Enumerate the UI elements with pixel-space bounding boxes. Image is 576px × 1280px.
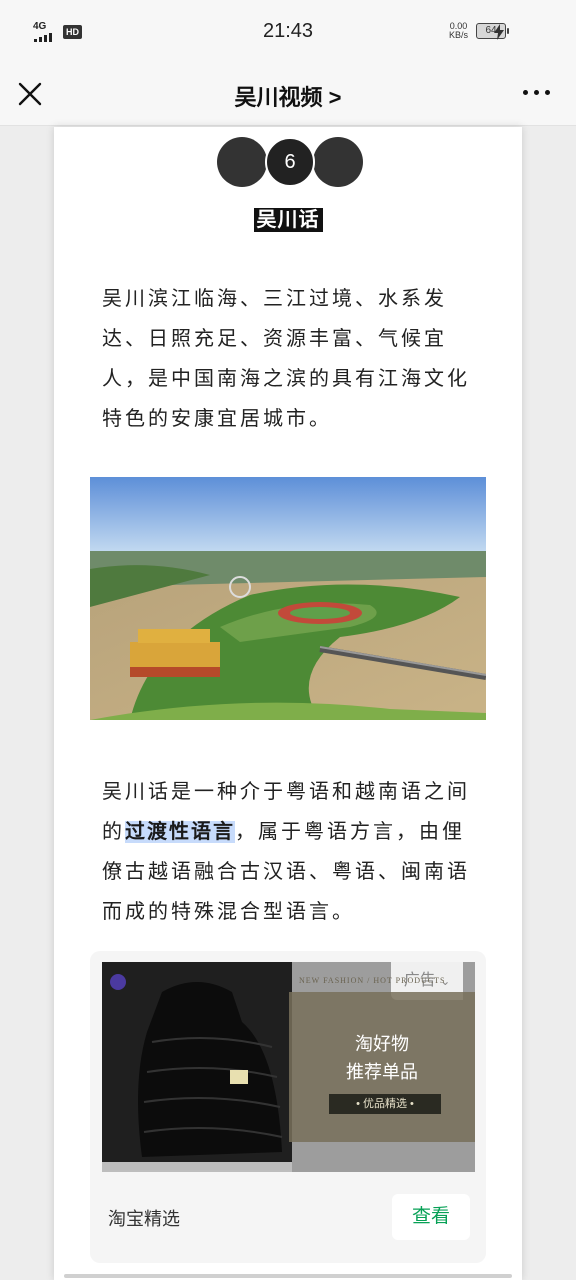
highlighted-term: 过渡性语言 bbox=[125, 821, 235, 843]
ad-source: 淘宝精选 bbox=[108, 1209, 180, 1229]
section-number: 6 bbox=[265, 137, 315, 187]
status-bar: 4G HD 21:43 0.00 KB/s 64 bbox=[0, 0, 576, 64]
more-options-icon[interactable] bbox=[523, 90, 550, 95]
section-number-badge: 6 bbox=[217, 137, 363, 187]
section-title: 吴川话 bbox=[253, 208, 323, 232]
charging-icon bbox=[494, 24, 504, 43]
ad-headline-2: 推荐单品 bbox=[346, 1062, 418, 1082]
article-content: 6 吴川话 吴川滨江临海、三江过境、水系发达、日照充足、资源丰富、气候宜人，是中… bbox=[54, 127, 522, 1280]
decor-circle bbox=[313, 137, 363, 187]
aerial-city-photo[interactable] bbox=[90, 477, 486, 720]
ad-headline-1: 淘好物 bbox=[355, 1034, 409, 1054]
account-title[interactable]: 吴川视频 > bbox=[0, 80, 576, 112]
nav-bar: 吴川视频 > bbox=[0, 64, 576, 126]
ad-badge: • 优品精选 • bbox=[329, 1094, 441, 1114]
scroll-indicator bbox=[64, 1274, 512, 1278]
ad-image[interactable]: 广告 ⌄ NEW FASHION / HOT PRODUCTS 淘好物 推荐单品… bbox=[102, 962, 475, 1172]
view-button[interactable]: 查看 bbox=[392, 1194, 470, 1240]
ad-card[interactable]: 广告 ⌄ NEW FASHION / HOT PRODUCTS 淘好物 推荐单品… bbox=[90, 951, 486, 1263]
section-title-wrap: 吴川话 bbox=[54, 203, 522, 232]
ad-tagline: NEW FASHION / HOT PRODUCTS bbox=[299, 976, 446, 985]
ad-promo-panel: NEW FASHION / HOT PRODUCTS 淘好物 推荐单品 • 优品… bbox=[289, 976, 475, 1142]
article-paragraph-2: 吴川话是一种介于粤语和越南语之间的过渡性语言，属于粤语方言，由俚僚古越语融合古汉… bbox=[102, 772, 482, 932]
decor-circle bbox=[217, 137, 267, 187]
network-speed: 0.00 KB/s bbox=[449, 22, 468, 40]
article-paragraph-1: 吴川滨江临海、三江过境、水系发达、日照充足、资源丰富、气候宜人，是中国南海之滨的… bbox=[102, 288, 470, 430]
speed-unit: KB/s bbox=[448, 30, 468, 40]
